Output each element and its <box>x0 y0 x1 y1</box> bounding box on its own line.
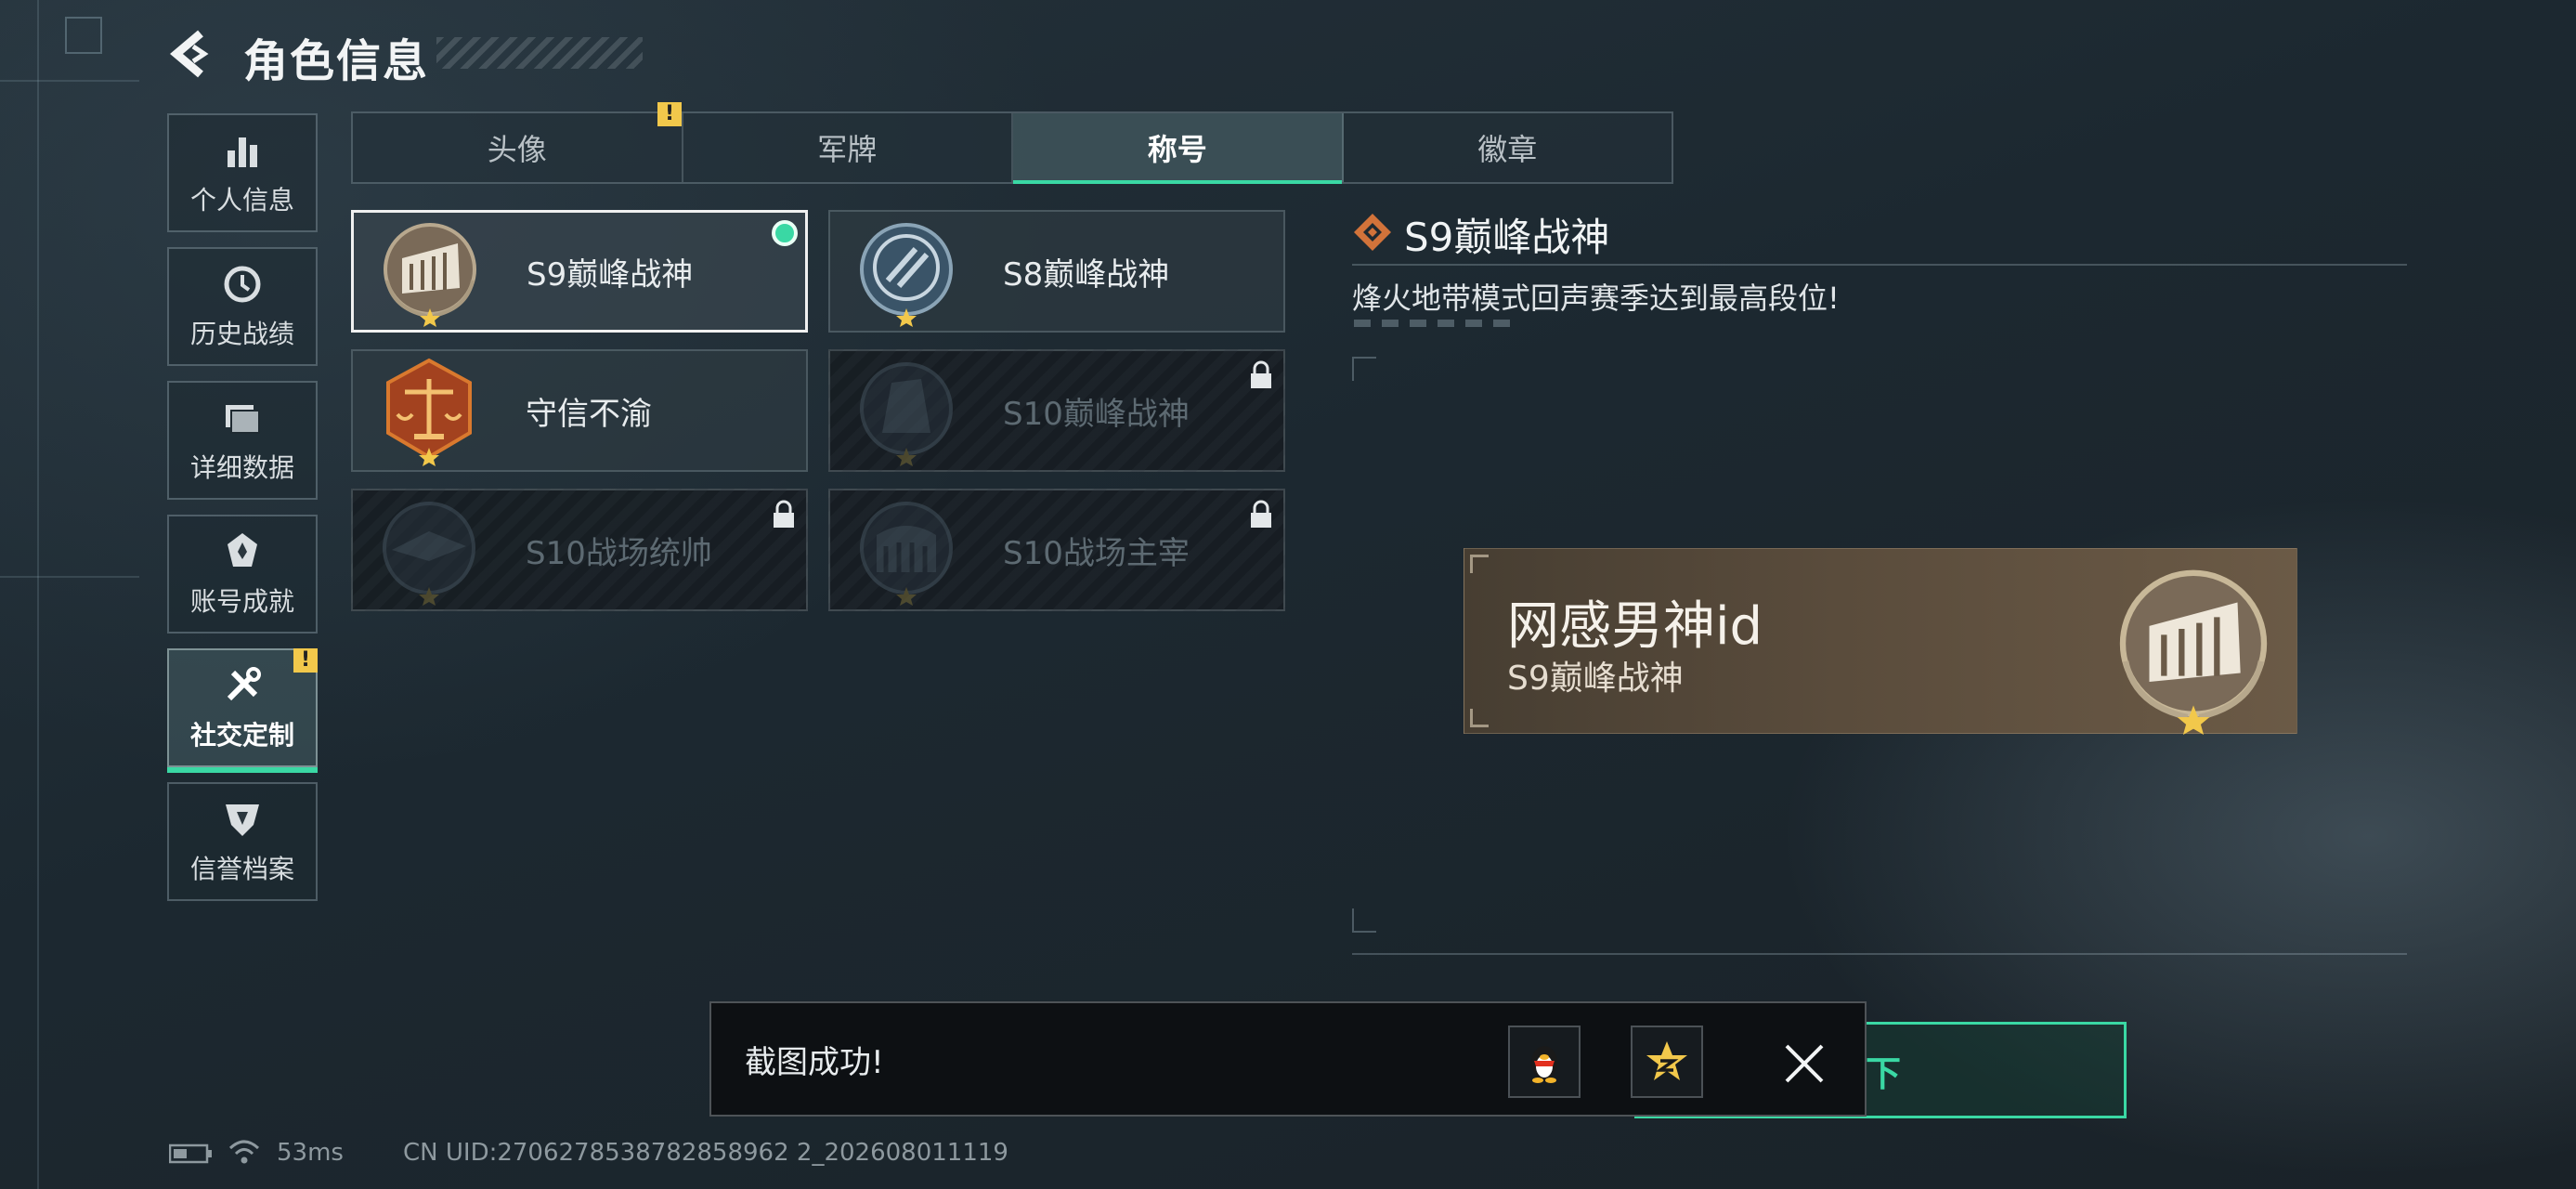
tab-title[interactable]: 称号 <box>1013 113 1344 184</box>
share-qq-button[interactable] <box>1508 1026 1581 1098</box>
qq-penguin-icon <box>1531 1046 1557 1083</box>
sidebar-item-credit[interactable]: 信誉档案 <box>167 782 318 901</box>
title-name: S10战场主宰 <box>1003 534 1190 572</box>
title-decoration <box>436 37 643 69</box>
bar-chart-icon <box>228 137 257 167</box>
hud-corner <box>65 17 102 54</box>
divider <box>1352 264 2407 266</box>
alert-badge: ! <box>657 102 682 126</box>
sidebar-item-history[interactable]: 历史战绩 <box>167 247 318 366</box>
title-preview-card: 网感男神id S9巅峰战神 <box>1464 548 2297 735</box>
tab-label: 称号 <box>1147 132 1207 167</box>
title-card-s10-dominator[interactable]: S10战场主宰 <box>828 489 1285 611</box>
decor-text <box>1354 320 1521 327</box>
divider <box>1352 953 2407 955</box>
frame-corner <box>1352 908 1376 933</box>
ping-readout: 53ms <box>277 1139 344 1167</box>
tab-label: 徽章 <box>1477 132 1538 167</box>
detail-description: 烽火地带模式回声赛季达到最高段位! <box>1352 281 1840 316</box>
s10-peak-emblem-icon <box>860 362 953 466</box>
folder-icon <box>226 405 260 434</box>
history-clock-icon <box>224 266 261 303</box>
tools-icon <box>227 667 261 701</box>
lock-icon <box>1251 360 1271 388</box>
sidebar-item-label: 信誉档案 <box>189 854 294 884</box>
sidebar-item-achievements[interactable]: 账号成就 <box>167 515 318 634</box>
back-arrow-icon[interactable] <box>165 28 217 80</box>
title-name: S10巅峰战神 <box>1003 395 1190 433</box>
hud-line <box>37 0 39 1189</box>
sidebar-item-detailed-data[interactable]: 详细数据 <box>167 381 318 500</box>
frame-corner <box>1470 709 1489 727</box>
detail-title: S9巅峰战神 <box>1404 215 1610 260</box>
s9-emblem-icon <box>384 223 476 327</box>
screenshot-toast: 截图成功! <box>709 1001 1867 1117</box>
hud-line <box>0 576 139 578</box>
sidebar-item-label: 历史战绩 <box>189 319 294 349</box>
sidebar-item-label: 社交定制 <box>189 720 294 751</box>
achievement-icon <box>228 533 257 567</box>
frame-corner <box>1352 357 1376 381</box>
s10-commander-emblem-icon <box>383 502 475 606</box>
wifi-icon <box>228 1140 260 1164</box>
title-diamond-icon <box>1354 214 1391 251</box>
uid-readout: CN UID:2706278538782858962 2_20260801111… <box>403 1139 1008 1167</box>
scales-emblem-icon <box>386 358 472 466</box>
sidebar-item-personal-info[interactable]: 个人信息 <box>167 113 318 232</box>
s9-emblem-icon <box>2119 569 2268 735</box>
preview-title: S9巅峰战神 <box>1507 660 1684 698</box>
tab-label: 头像 <box>487 132 547 167</box>
battery-icon <box>169 1143 212 1164</box>
hud-line <box>0 80 139 82</box>
s8-emblem-icon <box>860 223 953 327</box>
player-name: 网感男神id <box>1507 596 1763 657</box>
qzone-star-icon <box>1646 1041 1687 1080</box>
page-title: 角色信息 <box>243 35 430 87</box>
tab-badge[interactable]: 徽章 <box>1344 113 1672 182</box>
title-card-s10-commander[interactable]: S10战场统帅 <box>351 489 808 611</box>
credit-shield-icon <box>226 804 259 836</box>
equipped-indicator <box>772 220 798 246</box>
s10-dominator-emblem-icon <box>860 502 953 606</box>
share-qzone-button[interactable] <box>1631 1026 1703 1098</box>
title-card-trustworthy[interactable]: 守信不渝 <box>351 349 808 472</box>
sidebar-item-label: 详细数据 <box>189 452 294 483</box>
close-icon[interactable] <box>1781 1040 1828 1087</box>
lock-icon <box>1251 500 1271 528</box>
alert-badge: ! <box>293 648 318 673</box>
frame-corner <box>1470 555 1489 573</box>
tab-bar: 头像 军牌 称号 徽章 <box>351 111 1673 184</box>
tab-avatar[interactable]: 头像 <box>353 113 683 182</box>
title-card-s9[interactable]: S9巅峰战神 <box>351 210 808 333</box>
title-card-s8[interactable]: S8巅峰战神 <box>828 210 1285 333</box>
title-name: S10战场统帅 <box>526 534 712 572</box>
sidebar-item-label: 账号成就 <box>189 586 294 617</box>
tab-dog-tag[interactable]: 军牌 <box>683 113 1013 182</box>
toast-message: 截图成功! <box>745 1044 884 1081</box>
title-name: S8巅峰战神 <box>1003 255 1170 294</box>
title-card-s10-peak[interactable]: S10巅峰战神 <box>828 349 1285 472</box>
title-name: S9巅峰战神 <box>527 255 694 294</box>
sidebar-item-label: 个人信息 <box>189 185 294 216</box>
tab-label: 军牌 <box>817 132 878 167</box>
lock-icon <box>774 500 794 528</box>
title-name: 守信不渝 <box>526 395 652 433</box>
